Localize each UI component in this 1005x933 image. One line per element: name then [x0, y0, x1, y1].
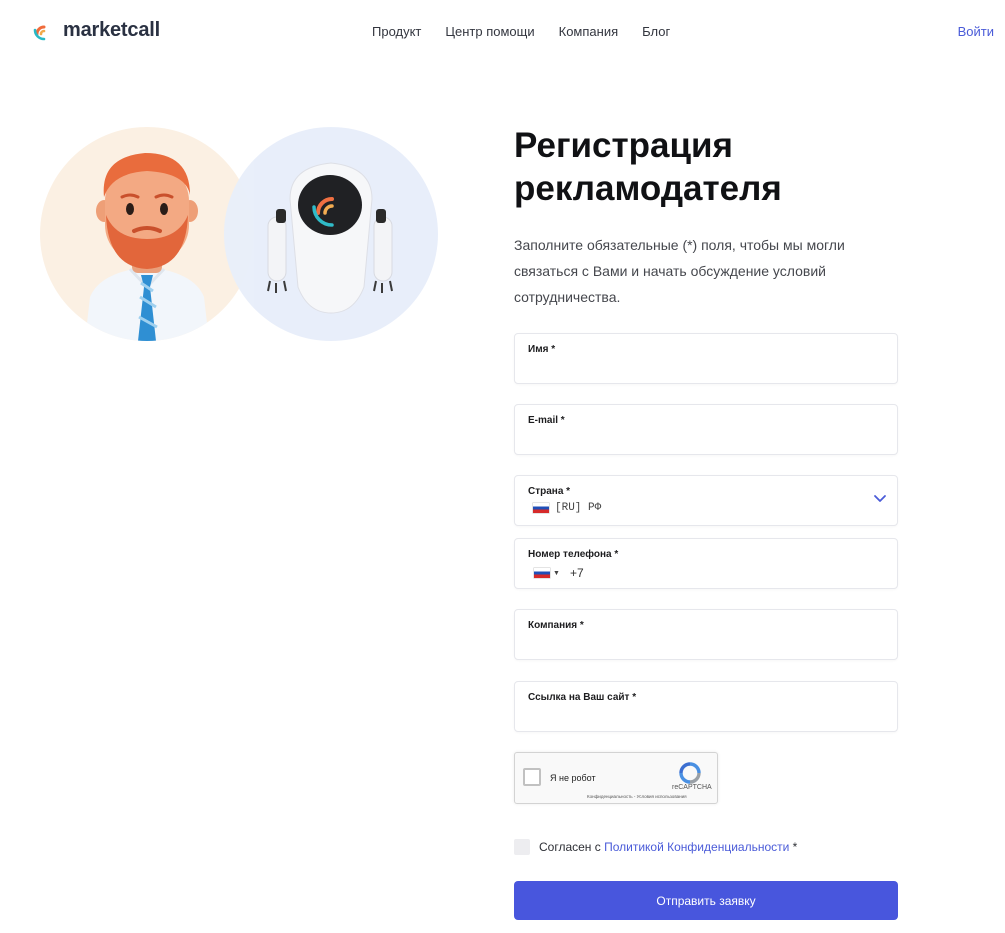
russia-flag-icon	[533, 503, 549, 513]
nav-item-company[interactable]: Компания	[559, 24, 619, 39]
recaptcha-brand: reCAPTCHA	[672, 784, 712, 791]
email-field-label: E-mail *	[528, 415, 565, 426]
consent-required-mark: *	[792, 840, 798, 854]
login-link[interactable]: Войти	[958, 24, 994, 39]
website-field[interactable]: Ссылка на Ваш сайт *	[514, 681, 898, 732]
phone-field-label: Номер телефона *	[528, 549, 619, 560]
page-title: Регистрация рекламодателя	[514, 124, 782, 210]
website-input[interactable]	[528, 706, 884, 726]
website-field-label: Ссылка на Ваш сайт *	[528, 692, 637, 703]
name-input[interactable]	[528, 358, 884, 378]
email-field[interactable]: E-mail *	[514, 404, 898, 455]
man-avatar-illustration	[40, 127, 254, 341]
nav-item-blog[interactable]: Блог	[642, 24, 670, 39]
country-selected-value: [RU] РФ	[533, 502, 601, 514]
page-title-line-2: рекламодателя	[514, 169, 782, 208]
name-field-label: Имя *	[528, 344, 556, 355]
submit-button[interactable]: Отправить заявку	[514, 881, 898, 920]
phone-field[interactable]: Номер телефона * ▼ +7	[514, 538, 898, 589]
privacy-policy-link[interactable]: Политикой Конфиденциальности	[604, 840, 789, 854]
consent-checkbox[interactable]	[514, 839, 530, 855]
country-select[interactable]: Страна * [RU] РФ	[514, 475, 898, 526]
phone-input[interactable]: ▼ +7	[534, 566, 584, 580]
caret-down-icon[interactable]: ▼	[553, 570, 560, 577]
page-title-line-1: Регистрация	[514, 126, 733, 165]
recaptcha-widget: Я не робот reCAPTCHA Конфиденциальность …	[514, 752, 718, 804]
consent-prefix: Согласен с	[539, 840, 601, 854]
email-input[interactable]	[528, 429, 884, 449]
company-field-label: Компания *	[528, 620, 584, 631]
brand-logo[interactable]: marketcall	[33, 19, 160, 42]
nav-item-product[interactable]: Продукт	[372, 24, 421, 39]
recaptcha-logo-icon	[679, 762, 701, 784]
recaptcha-label: Я не робот	[550, 773, 596, 783]
phone-country-code: +7	[569, 566, 584, 580]
russia-flag-icon[interactable]	[534, 568, 550, 578]
country-field-label: Страна *	[528, 486, 571, 497]
company-input[interactable]	[528, 634, 884, 654]
robot-avatar-illustration	[224, 127, 438, 341]
company-field[interactable]: Компания *	[514, 609, 898, 660]
recaptcha-checkbox[interactable]	[523, 768, 541, 786]
marketcall-logo-icon	[33, 25, 46, 40]
registration-page: marketcall Продукт Центр помощи Компания…	[0, 0, 1005, 933]
country-value-text: [RU] РФ	[555, 502, 602, 514]
chevron-down-icon[interactable]	[873, 494, 887, 504]
name-field[interactable]: Имя *	[514, 333, 898, 384]
nav-item-help-center[interactable]: Центр помощи	[445, 24, 534, 39]
main-nav: Продукт Центр помощи Компания Блог	[372, 24, 694, 39]
recaptcha-links[interactable]: Конфиденциальность - Условия использован…	[587, 794, 687, 799]
privacy-consent: Согласен с Политикой Конфиденциальности …	[514, 839, 797, 855]
consent-text: Согласен с Политикой Конфиденциальности …	[539, 840, 797, 854]
intro-text: Заполните обязательные (*) поля, чтобы м…	[514, 237, 845, 305]
brand-name: marketcall	[63, 19, 160, 41]
